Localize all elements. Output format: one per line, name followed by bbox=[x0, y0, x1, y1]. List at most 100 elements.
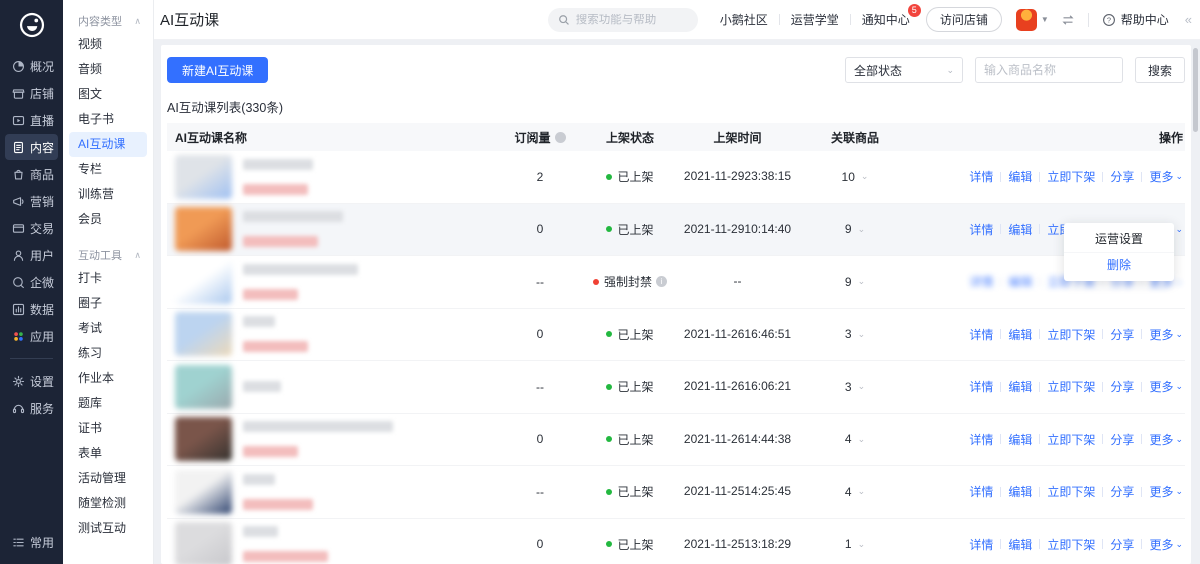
sidebar-item-data[interactable]: 数据 bbox=[5, 296, 58, 322]
info-icon[interactable]: i bbox=[656, 276, 667, 287]
action-编辑[interactable]: 编辑 bbox=[1008, 431, 1032, 448]
section-header[interactable]: 内容类型∧ bbox=[63, 10, 153, 32]
sidebar-item-活动管理[interactable]: 活动管理 bbox=[69, 466, 147, 491]
action-分享[interactable]: 分享 bbox=[1110, 168, 1134, 185]
expand-related-icon[interactable]: ⌄ bbox=[858, 224, 866, 235]
avatar-caret-icon[interactable]: ▼ bbox=[1041, 15, 1049, 24]
action-编辑[interactable]: 编辑 bbox=[1008, 326, 1032, 343]
link-academy[interactable]: 运营学堂 bbox=[791, 11, 839, 28]
course-name-cell[interactable] bbox=[167, 260, 500, 304]
sidebar-item-随堂检测[interactable]: 随堂检测 bbox=[69, 491, 147, 516]
status-filter-select[interactable]: 全部状态 ⌄ bbox=[845, 57, 963, 83]
action-详情[interactable]: 详情 bbox=[969, 168, 993, 185]
sidebar-item-会员[interactable]: 会员 bbox=[69, 207, 147, 232]
course-name-cell[interactable] bbox=[167, 522, 500, 564]
switch-account-icon[interactable] bbox=[1061, 13, 1075, 27]
action-编辑[interactable]: 编辑 bbox=[1008, 168, 1032, 185]
global-search[interactable] bbox=[548, 8, 698, 32]
link-community[interactable]: 小鹅社区 bbox=[720, 11, 768, 28]
expand-related-icon[interactable]: ⌄ bbox=[858, 486, 866, 497]
sidebar-item-图文[interactable]: 图文 bbox=[69, 82, 147, 107]
course-name-cell[interactable] bbox=[167, 312, 500, 356]
sidebar-item-考试[interactable]: 考试 bbox=[69, 316, 147, 341]
menu-item-delete[interactable]: 删除 bbox=[1064, 252, 1174, 277]
action-分享[interactable]: 分享 bbox=[1110, 378, 1134, 395]
action-编辑[interactable]: 编辑 bbox=[1008, 273, 1032, 290]
action-更多[interactable]: 更多 bbox=[1149, 431, 1173, 448]
sidebar-item-练习[interactable]: 练习 bbox=[69, 341, 147, 366]
action-立即下架[interactable]: 立即下架 bbox=[1047, 326, 1095, 343]
expand-related-icon[interactable]: ⌄ bbox=[858, 329, 866, 340]
action-详情[interactable]: 详情 bbox=[969, 326, 993, 343]
expand-related-icon[interactable]: ⌄ bbox=[858, 434, 866, 445]
sidebar-item-live[interactable]: 直播 bbox=[5, 107, 58, 133]
sidebar-item-作业本[interactable]: 作业本 bbox=[69, 366, 147, 391]
product-name-input[interactable] bbox=[975, 57, 1123, 83]
sidebar-item-service[interactable]: 服务 bbox=[5, 395, 58, 421]
action-编辑[interactable]: 编辑 bbox=[1008, 483, 1032, 500]
action-详情[interactable]: 详情 bbox=[969, 431, 993, 448]
action-立即下架[interactable]: 立即下架 bbox=[1047, 378, 1095, 395]
sidebar-item-专栏[interactable]: 专栏 bbox=[69, 157, 147, 182]
avatar[interactable] bbox=[1016, 9, 1037, 31]
course-thumbnail[interactable] bbox=[175, 470, 232, 514]
action-详情[interactable]: 详情 bbox=[969, 378, 993, 395]
course-name-cell[interactable] bbox=[167, 470, 500, 514]
expand-related-icon[interactable]: ⌄ bbox=[858, 381, 866, 392]
sidebar-item-settings[interactable]: 设置 bbox=[5, 368, 58, 394]
help-center[interactable]: ? 帮助中心 bbox=[1102, 11, 1169, 28]
sidebar-item-音频[interactable]: 音频 bbox=[69, 57, 147, 82]
action-分享[interactable]: 分享 bbox=[1110, 431, 1134, 448]
global-search-input[interactable] bbox=[576, 14, 686, 26]
sidebar-item-视频[interactable]: 视频 bbox=[69, 32, 147, 57]
menu-item-operation-settings[interactable]: 运营设置 bbox=[1064, 227, 1174, 252]
course-name-cell[interactable] bbox=[167, 155, 500, 199]
action-详情[interactable]: 详情 bbox=[969, 483, 993, 500]
sidebar-item-圈子[interactable]: 圈子 bbox=[69, 291, 147, 316]
sidebar-item-AI互动课[interactable]: AI互动课 bbox=[69, 132, 147, 157]
expand-related-icon[interactable]: ⌄ bbox=[858, 539, 866, 550]
sidebar-item-测试互动[interactable]: 测试互动 bbox=[69, 516, 147, 541]
course-thumbnail[interactable] bbox=[175, 260, 232, 304]
sidebar-item-marketing[interactable]: 营销 bbox=[5, 188, 58, 214]
sidebar-item-证书[interactable]: 证书 bbox=[69, 416, 147, 441]
sidebar-item-content[interactable]: 内容 bbox=[5, 134, 58, 160]
sidebar-item-电子书[interactable]: 电子书 bbox=[69, 107, 147, 132]
search-button[interactable]: 搜索 bbox=[1135, 57, 1185, 83]
link-notifications[interactable]: 通知中心 5 bbox=[862, 11, 910, 28]
action-详情[interactable]: 详情 bbox=[969, 221, 993, 238]
sidebar-item-shop[interactable]: 店铺 bbox=[5, 80, 58, 106]
sidebar-item-user[interactable]: 用户 bbox=[5, 242, 58, 268]
sidebar-item-表单[interactable]: 表单 bbox=[69, 441, 147, 466]
course-name-cell[interactable] bbox=[167, 365, 500, 409]
help-circle-icon[interactable] bbox=[555, 132, 566, 143]
new-course-button[interactable]: 新建AI互动课 bbox=[167, 57, 268, 83]
course-thumbnail[interactable] bbox=[175, 522, 232, 564]
action-更多[interactable]: 更多 bbox=[1149, 378, 1173, 395]
course-thumbnail[interactable] bbox=[175, 207, 232, 251]
course-thumbnail[interactable] bbox=[175, 312, 232, 356]
action-更多[interactable]: 更多 bbox=[1149, 326, 1173, 343]
sidebar-item-apps[interactable]: 应用 bbox=[5, 323, 58, 349]
sidebar-item-trade[interactable]: 交易 bbox=[5, 215, 58, 241]
action-立即下架[interactable]: 立即下架 bbox=[1047, 483, 1095, 500]
action-编辑[interactable]: 编辑 bbox=[1008, 221, 1032, 238]
brand-logo-icon[interactable] bbox=[19, 12, 45, 38]
section-header[interactable]: 互动工具∧ bbox=[63, 244, 153, 266]
action-立即下架[interactable]: 立即下架 bbox=[1047, 168, 1095, 185]
expand-related-icon[interactable]: ⌄ bbox=[861, 171, 869, 182]
visit-shop-button[interactable]: 访问店铺 bbox=[926, 7, 1002, 32]
action-分享[interactable]: 分享 bbox=[1110, 483, 1134, 500]
collapse-icon[interactable]: « bbox=[1185, 12, 1190, 27]
sidebar-item-题库[interactable]: 题库 bbox=[69, 391, 147, 416]
sidebar-item-qiwei[interactable]: 企微 bbox=[5, 269, 58, 295]
action-更多[interactable]: 更多 bbox=[1149, 168, 1173, 185]
sidebar-item-overview[interactable]: 概况 bbox=[5, 53, 58, 79]
sidebar-item-训练营[interactable]: 训练营 bbox=[69, 182, 147, 207]
action-详情[interactable]: 详情 bbox=[969, 273, 993, 290]
action-更多[interactable]: 更多 bbox=[1149, 483, 1173, 500]
action-立即下架[interactable]: 立即下架 bbox=[1047, 536, 1095, 553]
action-更多[interactable]: 更多 bbox=[1149, 536, 1173, 553]
action-分享[interactable]: 分享 bbox=[1110, 326, 1134, 343]
action-分享[interactable]: 分享 bbox=[1110, 536, 1134, 553]
